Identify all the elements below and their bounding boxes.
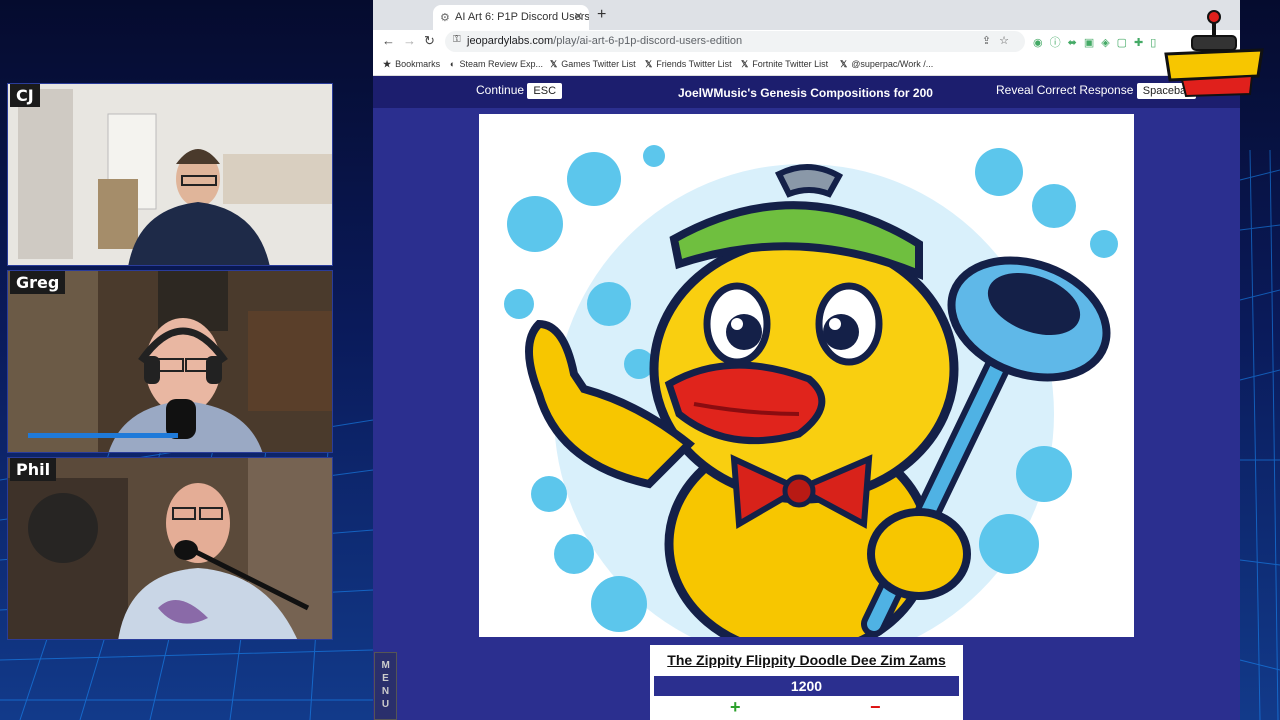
browser-toolbar: ← → ↻ ⚿ jeopardylabs.com/play/ai-art-6-p… [373,30,1240,54]
site-info-icon[interactable]: ⚿ [453,34,461,45]
browser-window: ⚙ AI Art 6: P1P Discord Users Ed ✕ + ← →… [373,0,1240,720]
bookmarks-bar: ★ Bookmarks ◐ Steam Review Exp... 𝕏 Games T… [373,54,1240,76]
x-icon: 𝕏 [741,59,749,69]
clue-image [479,114,1134,664]
team-name: The Zippity Flippity Doodle Dee Zim Zams [667,652,946,668]
tab-close-icon[interactable]: ✕ [574,10,583,23]
browser-tab-active[interactable]: ⚙ AI Art 6: P1P Discord Users Ed ✕ [433,5,589,30]
webcam-cj: CJ [7,83,333,266]
bookmark-star-icon[interactable]: ⇪☆ [982,34,1017,47]
webcam-cj-video [8,84,332,265]
bookmark-item[interactable]: 𝕏 Fortnite Twitter List [741,59,828,70]
webcam-greg-video [8,271,332,452]
tab-strip: ⚙ AI Art 6: P1P Discord Users Ed ✕ + [373,0,1240,30]
category-title: JoelWMusic's Genesis Compositions for 20… [678,86,933,100]
extensions-icons[interactable]: ◉ⓘ⬌▣◈▢✚▯ [1033,34,1163,50]
bookmark-item[interactable]: 𝕏 Games Twitter List [550,59,636,70]
continue-control[interactable]: Continue ESC [476,83,563,99]
bookmark-item[interactable]: ★ Bookmarks [383,59,440,70]
webcam-phil-video [8,458,332,639]
bookmark-item[interactable]: 𝕏 Friends Twitter List [645,59,732,70]
add-points-button[interactable]: + [730,697,741,718]
x-icon: 𝕏 [645,59,653,69]
participant-name-cj: CJ [10,84,40,107]
new-tab-button[interactable]: + [597,6,606,24]
game-header: Continue ESC JoelWMusic's Genesis Compos… [373,76,1240,108]
x-icon: 𝕏 [550,59,558,69]
url-host: jeopardylabs.com [467,35,554,47]
address-bar[interactable]: ⚿ jeopardylabs.com/play/ai-art-6-p1p-dis… [445,31,1025,52]
forward-icon[interactable]: → [403,33,416,48]
player-one-podcast-logo [1164,10,1264,98]
bookmark-item[interactable]: ◐ Steam Review Exp... [450,59,543,69]
reveal-label: Reveal Correct Response [996,83,1134,97]
team-score-card: The Zippity Flippity Doodle Dee Zim Zams… [650,645,963,720]
continue-label: Continue [476,83,525,97]
menu-label: MENU [381,660,390,710]
subtract-points-button[interactable]: − [870,697,881,718]
steam-icon: ◐ [450,59,456,69]
team-score: 1200 [654,676,959,696]
x-icon: 𝕏 [840,59,848,69]
webcam-phil: Phil [7,457,333,640]
url-path: /play/ai-art-6-p1p-discord-users-edition [553,35,743,47]
menu-toggle-button[interactable]: MENU [374,652,397,720]
continue-key-esc[interactable]: ESC [527,83,563,99]
back-icon[interactable]: ← [382,33,395,48]
participant-name-phil: Phil [10,458,57,481]
bookmark-item[interactable]: 𝕏 @superpac/Work /... [840,59,933,70]
star-icon: ★ [383,59,392,69]
reload-icon[interactable]: ↻ [424,33,435,49]
tab-favicon-icon: ⚙ [440,12,450,24]
duck-illustration [504,145,1118,664]
participant-name-greg: Greg [10,271,66,294]
webcam-greg: Greg [7,270,333,453]
tab-title: AI Art 6: P1P Discord Users Ed [455,11,589,23]
